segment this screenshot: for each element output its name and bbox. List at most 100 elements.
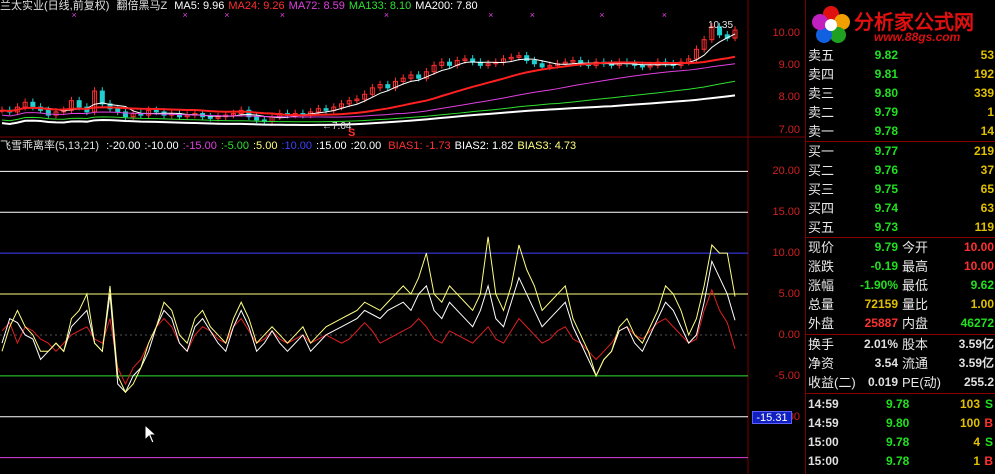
ma-label: MA72: 8.59 — [288, 0, 345, 12]
stats-value-2: 3.59亿 — [958, 337, 994, 351]
ma-label: MA133: 8.10 — [348, 0, 412, 12]
main-chart-title: 兰太实业(日线,前复权) 翻倍黑马Z MA5: 9.96 MA24: 9.26 MA… — [0, 0, 482, 13]
ma24-line — [1, 55, 736, 117]
quote-value-2: 1.00 — [970, 297, 994, 311]
ma-list: MA5: 9.96 MA24: 9.26 MA72: 8.59 MA133: 8.10… — [174, 0, 481, 12]
bid-label: 买五 — [808, 220, 835, 235]
stats-row: 净资 3.54 流通 3.59亿 — [806, 354, 995, 373]
bid-row: 买四 9.74 63 — [806, 199, 995, 218]
indicator-y-tick: 0.00 — [778, 328, 800, 341]
quote-label: 总量 — [808, 297, 835, 312]
tick-row: 14:59 9.80 100 B — [806, 414, 995, 433]
bias-label: BIAS3: 4.73 — [517, 140, 577, 152]
stats-label-2: 股本 — [902, 337, 929, 352]
tick-side: S — [984, 435, 993, 449]
candle-body — [99, 90, 105, 105]
quote-label-2: 量比 — [902, 297, 929, 312]
candle-body — [539, 63, 545, 68]
bid-price: 9.76 — [874, 163, 898, 177]
quote-value-2: 10.00 — [963, 259, 994, 273]
level-label: :-15.00 — [182, 140, 217, 152]
quote-row: 总量 72159 量比 1.00 — [806, 295, 995, 314]
candle-body — [323, 108, 329, 111]
ask-price: 9.80 — [874, 86, 898, 100]
main-y-tick: 8.00 — [778, 91, 800, 104]
tick-price: 9.78 — [886, 397, 910, 411]
indicator-y-tick: 15.00 — [772, 206, 800, 219]
ask-label: 卖一 — [808, 124, 835, 139]
bias-list: BIAS1: -1.73 BIAS2: 1.82 BIAS3: 4.73 — [388, 140, 580, 152]
candle-body — [115, 108, 121, 113]
tick-time: 14:59 — [808, 416, 839, 430]
tick-side: B — [984, 416, 993, 430]
ask-volume: 14 — [980, 124, 994, 138]
flower-logo-icon — [812, 6, 850, 43]
quote-value-2: 46272 — [960, 316, 994, 330]
chart-area[interactable]: × × × × × × × × × 10.35 ←7.04 S 兰太实业(日线,前复权) 翻倍黑马Z … — [0, 0, 805, 474]
quote-row: 现价 9.79 今开 10.00 — [806, 238, 995, 257]
bid-row: 买五 9.73 119 — [806, 218, 995, 237]
ma-label: MA200: 7.80 — [415, 0, 478, 12]
ask-row: 卖一 9.78 14 — [806, 122, 995, 141]
ask-row: 卖五 9.82 53 — [806, 46, 995, 65]
candle-body — [524, 55, 530, 62]
quote-row: 涨跌 -0.19 最高 10.00 — [806, 257, 995, 276]
stats-label: 换手 — [808, 337, 835, 352]
quote-value-2: 9.62 — [970, 278, 994, 292]
quote-value: 25887 — [864, 316, 898, 330]
stats-value-2: 3.59亿 — [958, 356, 994, 370]
quote-label-2: 最低 — [902, 278, 929, 293]
bid-label: 买三 — [808, 182, 835, 197]
indicator-y-tick: 20.00 — [772, 165, 800, 178]
bid-label: 买四 — [808, 201, 835, 216]
current-value-box: -15.31 — [752, 411, 792, 424]
quote-row: 外盘 25887 内盘 46272 — [806, 314, 995, 333]
quote-value-2: 10.00 — [963, 240, 994, 254]
ask-price: 9.79 — [874, 105, 898, 119]
tick-row: 15:00 9.78 1 B — [806, 452, 995, 471]
ask-volume: 1 — [987, 105, 994, 119]
ask-bid-divider — [806, 141, 995, 142]
high-label: 10.35 — [708, 20, 733, 31]
tick-side: S — [984, 397, 993, 411]
candle-body — [447, 61, 453, 66]
tick-price: 9.78 — [886, 454, 910, 468]
stats-ticks-divider — [806, 393, 995, 394]
quote-label-2: 最高 — [902, 259, 929, 274]
indicator-y-tick: -5.00 — [774, 369, 800, 382]
bid-label: 买一 — [808, 144, 835, 159]
sell-mark: S — [348, 127, 355, 139]
ask-price: 9.82 — [874, 48, 898, 62]
candle-body — [153, 109, 159, 113]
bid-volume: 37 — [980, 163, 994, 177]
stats-label-2: 流通 — [902, 356, 929, 371]
bid-label: 买二 — [808, 163, 835, 178]
indicator-name: 翻倍黑马Z — [116, 0, 168, 12]
quote-label: 涨跌 — [808, 259, 835, 274]
level-label: :10.00 — [281, 140, 313, 152]
tick-volume: 1 — [973, 454, 980, 468]
candle-body — [531, 60, 537, 65]
quote-value: 72159 — [864, 297, 898, 311]
tick-price: 9.78 — [886, 435, 910, 449]
quote-label-2: 内盘 — [902, 316, 929, 331]
bias-label: BIAS2: 1.82 — [454, 140, 514, 152]
signal-mark: × — [662, 10, 667, 20]
stats-value: 0.019 — [867, 375, 898, 389]
bid-price: 9.74 — [874, 201, 898, 215]
stats-row: 收益(二) 0.019 PE(动) 255.2 — [806, 373, 995, 392]
tick-time: 15:00 — [808, 454, 839, 468]
bias-label: BIAS1: -1.73 — [388, 140, 451, 152]
ma-label: MA5: 9.96 — [174, 0, 225, 12]
tick-time: 14:59 — [808, 397, 839, 411]
ask-volume: 53 — [980, 48, 994, 62]
bid-volume: 219 — [973, 144, 994, 158]
tick-volume: 103 — [959, 397, 980, 411]
mouse-cursor-icon — [144, 424, 158, 444]
ask-label: 卖四 — [808, 67, 835, 82]
candle-body — [639, 64, 645, 68]
tick-price: 9.80 — [886, 416, 910, 430]
ask-label: 卖二 — [808, 105, 835, 120]
level-label: :20.00 — [350, 140, 382, 152]
quote-label: 外盘 — [808, 316, 835, 331]
